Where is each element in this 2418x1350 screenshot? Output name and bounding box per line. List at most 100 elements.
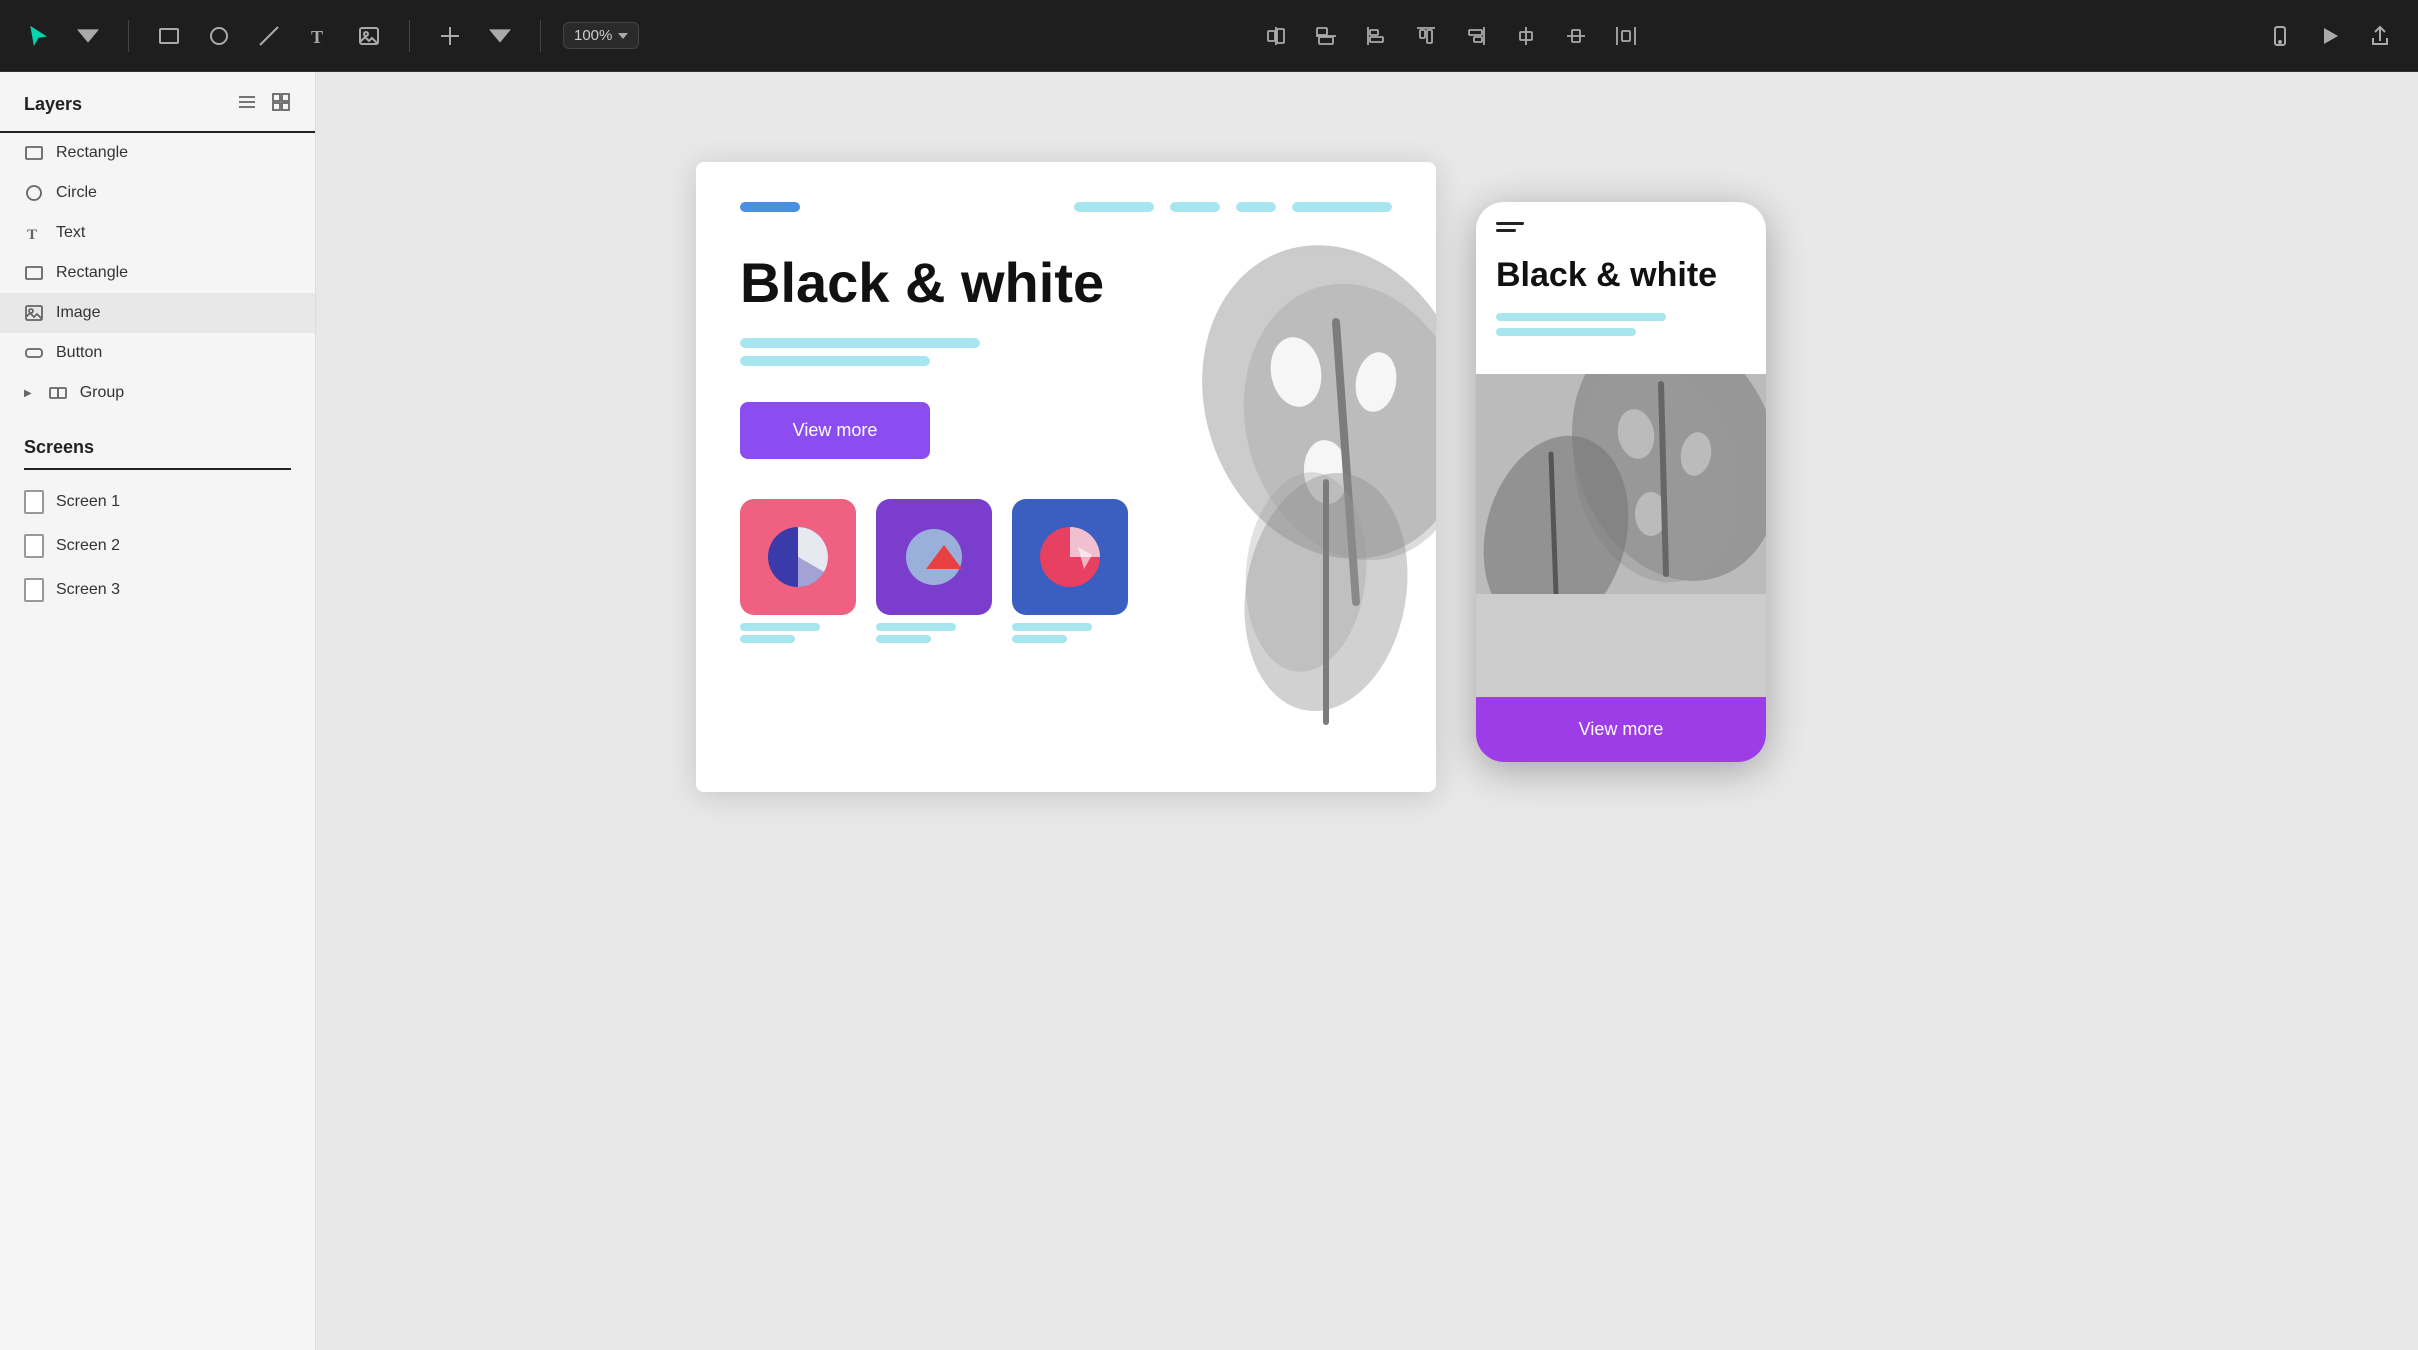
circle-layer-icon [24, 183, 44, 203]
line-tool[interactable] [251, 18, 287, 54]
distribute-v-tool[interactable] [1508, 18, 1544, 54]
circle-tool[interactable] [201, 18, 237, 54]
card-label-line-5 [1012, 623, 1092, 631]
sidebar: Layers Rectangle [0, 72, 316, 1350]
menu-line-1 [1496, 222, 1524, 225]
layer-rectangle-2[interactable]: Rectangle [0, 253, 315, 293]
mobile-header [1476, 202, 1766, 246]
svg-text:T: T [311, 27, 323, 47]
card-label-line-2 [740, 635, 795, 643]
expand-icon[interactable]: ▶ [24, 388, 32, 399]
screen-label: Screen 1 [56, 493, 120, 511]
card-pink [740, 499, 856, 615]
nav-logo [740, 202, 800, 212]
tool-group-left: T 100% [20, 18, 639, 54]
zoom-control[interactable]: 100% [563, 22, 639, 49]
align-h-spread-tool[interactable] [1608, 18, 1644, 54]
card-col-3 [1012, 499, 1128, 643]
layers-title: Layers [24, 94, 82, 115]
select-dropdown[interactable] [70, 18, 106, 54]
leaf-decoration [1136, 162, 1436, 792]
layer-label: Image [56, 304, 100, 322]
mobile-menu-icon [1496, 222, 1524, 232]
screen-file-icon [24, 490, 44, 514]
layers-icons [237, 92, 291, 117]
screen-1-item[interactable]: Screen 1 [24, 480, 291, 524]
list-view-icon[interactable] [237, 92, 257, 117]
align-right-tool[interactable] [1458, 18, 1494, 54]
layer-label: Circle [56, 184, 97, 202]
mobile-subtext-2 [1496, 328, 1636, 336]
subtext-line-1 [740, 338, 980, 348]
layer-rectangle-1[interactable]: Rectangle [0, 133, 315, 173]
mobile-frame: Black & white [1476, 202, 1766, 762]
align-left-tool[interactable] [1358, 18, 1394, 54]
toolbar: T 100% [0, 0, 2418, 72]
screens-section: Screens Screen 1 Screen 2 Screen 3 [0, 437, 315, 612]
add-tool[interactable] [432, 18, 468, 54]
align-tools [1258, 18, 1644, 54]
view-more-button[interactable]: View more [740, 402, 930, 459]
align-top-tool[interactable] [1408, 18, 1444, 54]
mobile-cta-button[interactable]: View more [1498, 719, 1744, 740]
card-label-line-3 [876, 623, 956, 631]
image-tool[interactable] [351, 18, 387, 54]
mobile-hero: Black & white [1476, 246, 1766, 374]
align-h-center-tool[interactable] [1258, 18, 1294, 54]
add-dropdown[interactable] [482, 18, 518, 54]
layer-label: Rectangle [56, 264, 128, 282]
screen-3-item[interactable]: Screen 3 [24, 568, 291, 612]
mobile-preview-tool[interactable] [2262, 18, 2298, 54]
divider-2 [409, 20, 410, 52]
layer-button[interactable]: Button [0, 333, 315, 373]
card-blue [1012, 499, 1128, 615]
svg-text:T: T [27, 227, 37, 242]
card-label-line-6 [1012, 635, 1067, 643]
mobile-leaf-area [1476, 374, 1766, 697]
distribute-h-tool[interactable] [1558, 18, 1594, 54]
play-preview-tool[interactable] [2312, 18, 2348, 54]
screen-2-item[interactable]: Screen 2 [24, 524, 291, 568]
layer-circle[interactable]: Circle [0, 173, 315, 213]
share-tool[interactable] [2362, 18, 2398, 54]
group-layer-icon [48, 383, 68, 403]
layer-text[interactable]: T Text [0, 213, 315, 253]
main-area: Layers Rectangle [0, 72, 2418, 1350]
rectangle-layer-icon-2 [24, 263, 44, 283]
menu-line-2 [1496, 229, 1516, 232]
mobile-subtext-1 [1496, 313, 1666, 321]
screens-title: Screens [24, 437, 291, 470]
toolbar-right [2262, 18, 2398, 54]
layers-header: Layers [0, 92, 315, 133]
button-layer-icon [24, 343, 44, 363]
mobile-subtext [1496, 313, 1746, 336]
rectangle-tool[interactable] [151, 18, 187, 54]
grid-view-icon[interactable] [271, 92, 291, 117]
zoom-value: 100% [574, 27, 612, 44]
design-frame: Black & white View more [696, 162, 1436, 792]
layer-image[interactable]: Image [0, 293, 315, 333]
layer-label: Text [56, 224, 85, 242]
card-purple [876, 499, 992, 615]
text-tool[interactable]: T [301, 18, 337, 54]
image-layer-icon [24, 303, 44, 323]
layer-label: Button [56, 344, 102, 362]
select-tool[interactable] [20, 18, 56, 54]
mobile-footer[interactable]: View more [1476, 697, 1766, 762]
screen-label: Screen 2 [56, 537, 120, 555]
rectangle-layer-icon [24, 143, 44, 163]
card-label-line-1 [740, 623, 820, 631]
screen-file-icon-2 [24, 534, 44, 558]
card-col-2 [876, 499, 992, 643]
card-label-3 [1012, 623, 1092, 643]
card-col-1 [740, 499, 856, 643]
screen-file-icon-3 [24, 578, 44, 602]
text-layer-icon: T [24, 223, 44, 243]
align-v-center-tool[interactable] [1308, 18, 1344, 54]
card-label-2 [876, 623, 956, 643]
mobile-hero-title: Black & white [1496, 256, 1746, 295]
card-label-1 [740, 623, 820, 643]
layer-group[interactable]: ▶ Group [0, 373, 315, 413]
screen-label: Screen 3 [56, 581, 120, 599]
divider-1 [128, 20, 129, 52]
